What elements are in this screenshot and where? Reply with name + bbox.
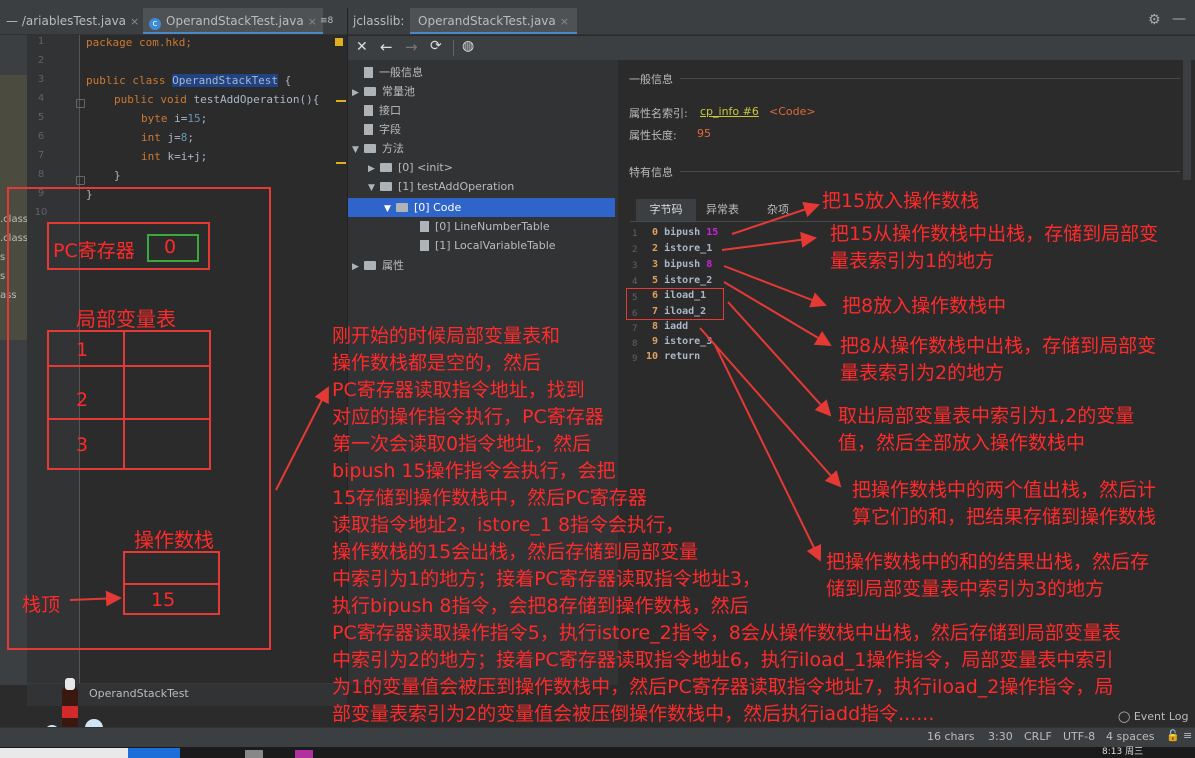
status-indent[interactable]: 4 spaces [1106,730,1155,743]
event-log-button[interactable]: ◯ Event Log [1118,710,1188,723]
taskbar-item[interactable] [0,748,128,758]
status-chars: 16 chars [927,730,975,743]
event-log-icon: ◯ [1118,710,1134,723]
status-bar [0,727,1195,748]
taskbar-item[interactable] [245,750,263,758]
status-encoding[interactable]: UTF-8 [1063,730,1095,743]
status-menu-icon[interactable]: ≡ [1183,729,1192,742]
status-position[interactable]: 3:30 [988,730,1013,743]
taskbar-item[interactable] [128,748,180,758]
annotation-arrows [69,201,842,607]
taskbar-clock: 8:13 周三 [1102,747,1144,757]
status-line-separator[interactable]: CRLF [1024,730,1052,743]
taskbar-item[interactable] [295,750,313,758]
lock-icon[interactable]: 🔓 [1166,729,1180,742]
